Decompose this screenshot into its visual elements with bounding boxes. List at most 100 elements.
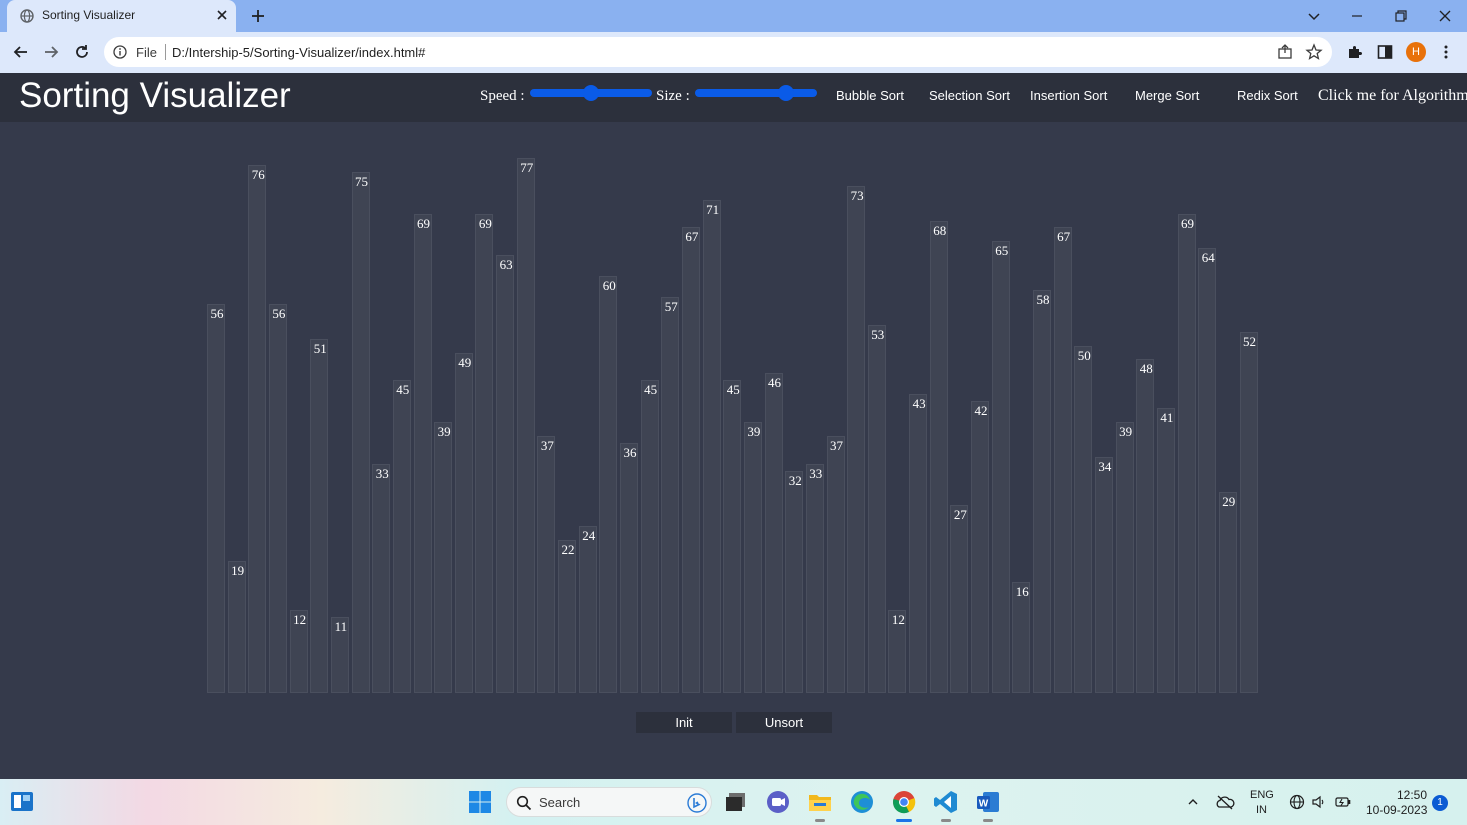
svg-text:W: W	[979, 799, 989, 810]
running-indicator	[983, 819, 993, 822]
profile-avatar[interactable]: H	[1406, 42, 1426, 62]
bar-value-label: 69	[1181, 216, 1194, 231]
bar-value-label: 39	[437, 424, 451, 439]
file-explorer-icon[interactable]	[806, 788, 834, 816]
speed-slider[interactable]	[530, 85, 652, 101]
browser-tab-strip: Sorting Visualizer	[0, 0, 1467, 32]
widgets-icon[interactable]	[9, 789, 35, 815]
bar-value-label: 12	[891, 612, 905, 627]
algorithm-info-link[interactable]: Click me for Algorithm!	[1318, 87, 1467, 105]
bar-value-label: 34	[1098, 459, 1112, 474]
bar-value-label: 37	[540, 438, 554, 453]
reload-icon[interactable]	[72, 42, 92, 62]
redix-sort-button[interactable]: Redix Sort	[1237, 88, 1298, 103]
bar-value-label: 65	[995, 243, 1009, 258]
array-bar: 39	[434, 422, 453, 693]
browser-tab[interactable]: Sorting Visualizer	[7, 0, 236, 32]
clock-time[interactable]: 12:50	[1397, 788, 1427, 802]
chevron-down-icon[interactable]	[1304, 6, 1324, 26]
star-icon[interactable]	[1305, 43, 1323, 61]
array-bar: 56	[268, 304, 287, 693]
back-arrow-icon[interactable]	[11, 42, 31, 62]
restore-icon[interactable]	[1391, 6, 1411, 26]
array-bar: 46	[764, 373, 783, 693]
forward-arrow-icon[interactable]	[41, 42, 61, 62]
bar-value-label: 37	[830, 438, 843, 453]
array-bar: 52	[1239, 332, 1258, 693]
address-url[interactable]: D:/Intership-5/Sorting-Visualizer/index.…	[172, 45, 425, 60]
language-indicator[interactable]: ENG	[1250, 789, 1274, 801]
task-view-icon[interactable]	[722, 788, 750, 816]
kebab-menu-icon[interactable]	[1437, 43, 1455, 61]
plus-icon[interactable]	[249, 7, 267, 25]
bar-value-label: 16	[1015, 584, 1029, 599]
array-bar: 36	[620, 443, 638, 693]
notification-badge[interactable]: 1	[1432, 795, 1448, 811]
teams-chat-icon[interactable]	[764, 788, 792, 816]
address-divider	[165, 44, 166, 60]
bar-value-label: 52	[1243, 334, 1256, 349]
speaker-icon[interactable]	[1311, 794, 1327, 810]
bar-value-label: 42	[974, 403, 988, 418]
minimize-icon[interactable]	[1347, 6, 1367, 26]
info-icon[interactable]	[113, 45, 127, 59]
share-icon[interactable]	[1276, 43, 1294, 61]
size-label: Size :	[656, 88, 690, 104]
array-bar: 69	[413, 214, 432, 693]
bar-value-label: 12	[293, 612, 307, 627]
size-slider[interactable]	[695, 85, 817, 101]
address-bar[interactable]: File D:/Intership-5/Sorting-Visualizer/i…	[104, 37, 1332, 67]
init-button[interactable]: Init	[636, 712, 732, 733]
close-window-icon[interactable]	[1435, 6, 1455, 26]
bar-value-label: 48	[1139, 361, 1153, 376]
array-bar: 71	[702, 200, 721, 693]
bar-value-label: 36	[623, 445, 637, 460]
chevron-up-icon[interactable]	[1186, 795, 1200, 809]
chrome-browser-icon[interactable]	[890, 788, 918, 816]
array-bar: 27	[950, 505, 969, 693]
search-icon	[516, 795, 532, 811]
bar-value-label: 39	[747, 424, 761, 439]
network-globe-icon[interactable]	[1289, 794, 1305, 810]
size-slider-thumb[interactable]	[777, 85, 794, 101]
bar-value-label: 56	[210, 306, 224, 321]
onedrive-offline-icon[interactable]	[1215, 793, 1235, 811]
bing-icon[interactable]	[687, 793, 707, 813]
word-icon[interactable]: W	[974, 788, 1002, 816]
bar-value-label: 41	[1160, 410, 1174, 425]
search-label: Search	[539, 795, 581, 810]
array-bar: 69	[1177, 214, 1196, 693]
array-bar: 67	[681, 227, 700, 693]
insertion-sort-button[interactable]: Insertion Sort	[1030, 88, 1107, 103]
edge-browser-icon[interactable]	[848, 788, 876, 816]
close-icon[interactable]	[214, 7, 230, 23]
bar-value-label: 68	[933, 223, 947, 238]
bar-value-label: 45	[726, 382, 740, 397]
side-panel-icon[interactable]	[1376, 43, 1394, 61]
array-bar: 45	[392, 380, 411, 693]
globe-icon	[20, 9, 34, 23]
bar-value-label: 33	[375, 466, 389, 481]
array-bar: 58	[1033, 290, 1051, 693]
clock-date[interactable]: 10-09-2023	[1366, 803, 1427, 817]
speed-slider-thumb[interactable]	[583, 85, 599, 101]
battery-icon[interactable]	[1334, 794, 1352, 810]
unsort-button[interactable]: Unsort	[736, 712, 832, 733]
merge-sort-button[interactable]: Merge Sort	[1135, 88, 1199, 103]
array-bar: 33	[805, 464, 824, 693]
bar-value-label: 50	[1077, 348, 1091, 363]
windows-start-icon[interactable]	[466, 788, 494, 816]
puzzle-icon[interactable]	[1346, 43, 1364, 61]
bar-value-label: 29	[1222, 494, 1236, 509]
array-bar: 22	[558, 540, 576, 693]
taskbar-search[interactable]: Search	[506, 787, 712, 817]
array-bar: 12	[289, 610, 308, 693]
array-bar: 49	[454, 353, 473, 693]
bar-value-label: 39	[1119, 424, 1133, 439]
array-bar: 16	[1012, 582, 1031, 693]
bubble-sort-button[interactable]: Bubble Sort	[836, 88, 904, 103]
array-bar: 57	[661, 297, 680, 693]
vscode-icon[interactable]	[932, 788, 960, 816]
selection-sort-button[interactable]: Selection Sort	[929, 88, 1010, 103]
speed-label: Speed :	[480, 88, 525, 104]
